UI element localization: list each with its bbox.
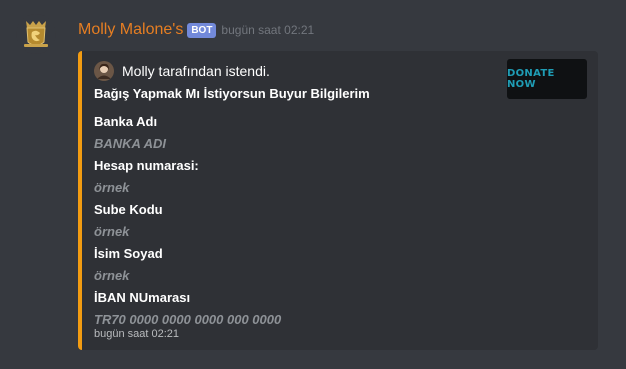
field-name: Hesap numarasi: [94,158,199,173]
field-value: BANKA ADI [94,136,166,151]
embed-author: Molly tarafından istendi. [94,61,270,81]
field-value: örnek [94,180,130,195]
donate-now-text: DONATE NOW [507,68,555,90]
bot-tag: BOT [187,22,217,38]
username[interactable]: Molly Malone's [78,21,183,39]
field-iban: İBAN NUmarası TR70 0000 0000 0000 000 00… [94,287,494,331]
user-avatar-icon [94,61,114,81]
message-timestamp: bugün saat 02:21 [221,23,315,37]
field-name: Banka Adı [94,114,158,129]
donate-now-thumbnail[interactable]: DONATE NOW [507,59,587,99]
embed-fields: Banka Adı BANKA ADI Hesap numarasi: örne… [94,111,494,331]
embed-card: Molly tarafından istendi. DONATE NOW Bağ… [78,51,598,350]
message-header: Molly Malone's BOT bugün saat 02:21 [78,19,314,41]
field-name: İBAN NUmarası [94,290,191,305]
bot-avatar[interactable] [16,14,56,54]
field-full-name: İsim Soyad örnek [94,243,494,287]
field-name: İsim Soyad [94,246,163,261]
embed-author-name: Molly tarafından istendi. [122,63,270,79]
field-branch-code: Sube Kodu örnek [94,199,494,243]
field-bank-name: Banka Adı BANKA ADI [94,111,494,155]
field-value: örnek [94,268,130,283]
field-value: örnek [94,224,130,239]
field-account-number: Hesap numarasi: örnek [94,155,494,199]
field-name: Sube Kodu [94,202,163,217]
gold-crest-logo-icon [24,21,48,47]
embed-title: Bağış Yapmak Mı İstiyorsun Buyur Bilgile… [94,86,370,101]
embed-footer-timestamp: bugün saat 02:21 [94,328,180,340]
